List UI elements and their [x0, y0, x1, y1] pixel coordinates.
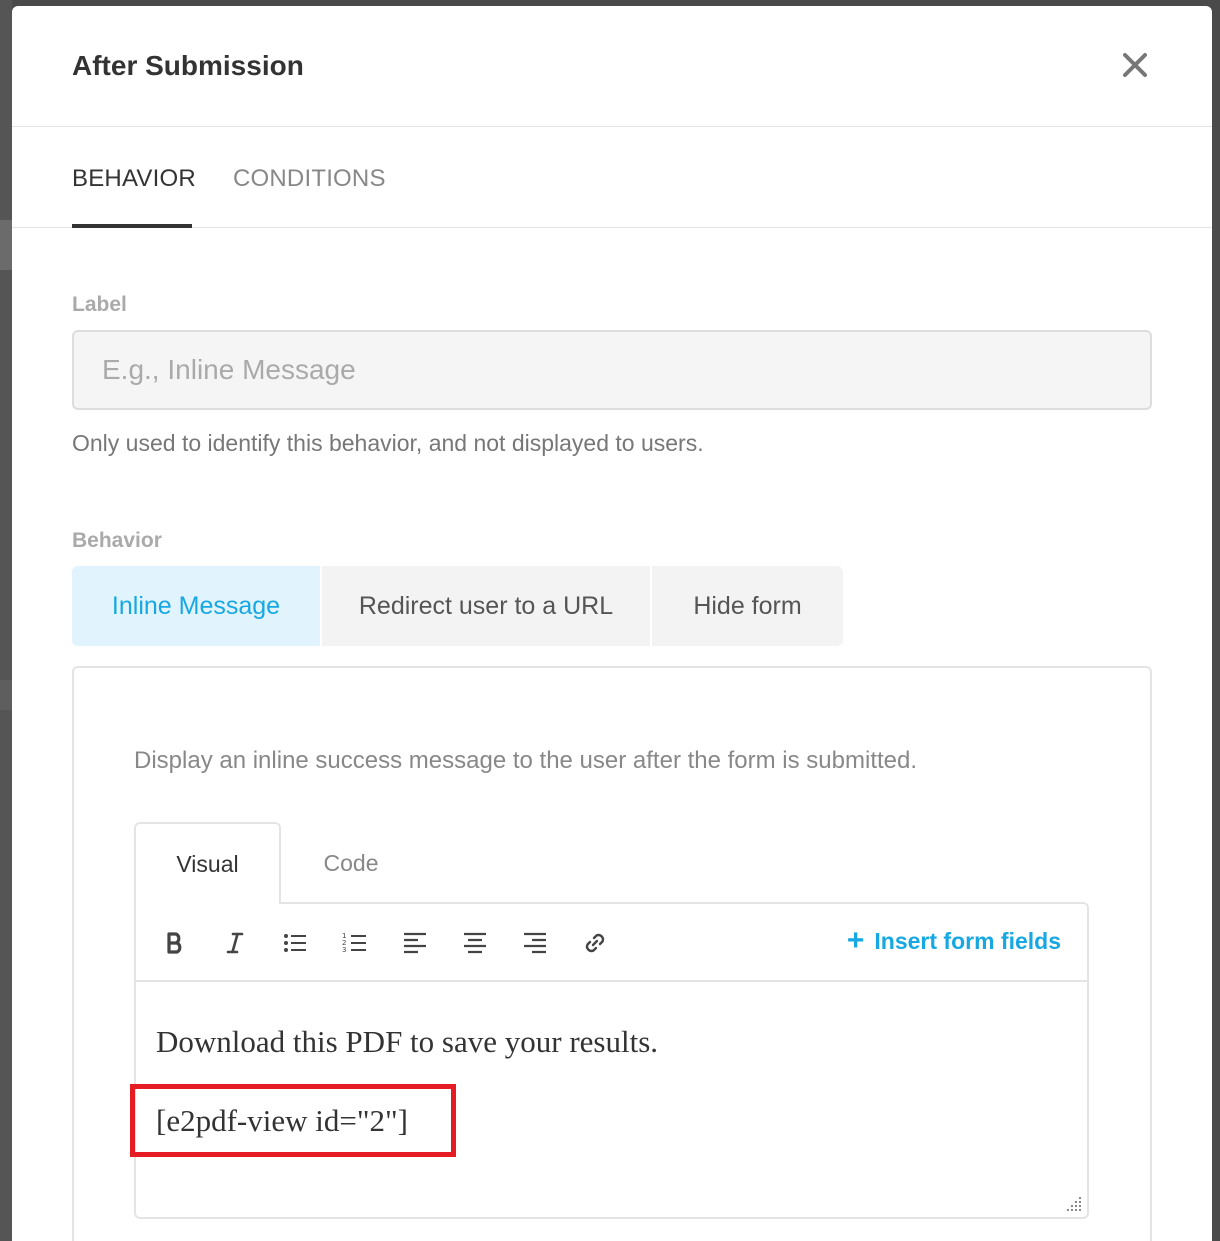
- backdrop-mark: [0, 680, 12, 710]
- align-right-icon: [524, 932, 546, 954]
- resize-handle-icon[interactable]: [1063, 1193, 1083, 1213]
- align-left-button[interactable]: [398, 926, 432, 960]
- editor-tab-code[interactable]: Code: [281, 822, 421, 904]
- behavior-label: Behavior: [72, 529, 162, 552]
- bullet-list-button[interactable]: [278, 926, 312, 960]
- tab-behavior[interactable]: BEHAVIOR: [72, 165, 196, 193]
- behavior-option-hide-form[interactable]: Hide form: [652, 566, 843, 646]
- align-left-icon: [404, 932, 426, 954]
- link-icon: [585, 933, 605, 953]
- behavior-option-inline-message[interactable]: Inline Message: [72, 566, 320, 646]
- editor-content-line: Download this PDF to save your results.: [156, 1024, 659, 1059]
- tab-conditions[interactable]: CONDITIONS: [233, 165, 386, 193]
- backdrop-mark: [0, 220, 12, 270]
- behavior-option-redirect-url[interactable]: Redirect user to a URL: [322, 566, 650, 646]
- insert-form-fields-button[interactable]: + Insert form fields: [847, 926, 1061, 956]
- editor-tab-visual[interactable]: Visual: [134, 822, 281, 904]
- label-help-text: Only used to identify this behavior, and…: [72, 430, 704, 456]
- bold-icon: [167, 932, 182, 954]
- italic-button[interactable]: [218, 926, 252, 960]
- editor-toolbar: 1 2 3 + Insert form fields: [136, 904, 1087, 982]
- align-center-button[interactable]: [458, 926, 492, 960]
- rich-text-editor[interactable]: 1 2 3 + Insert form fields Download this…: [130, 902, 1089, 1219]
- numbered-list-button[interactable]: 1 2 3: [338, 926, 372, 960]
- close-button[interactable]: [1120, 50, 1150, 80]
- active-tab-indicator: [72, 224, 192, 228]
- behavior-description: Display an inline success message to the…: [134, 747, 918, 774]
- link-button[interactable]: [578, 926, 612, 960]
- svg-text:3: 3: [342, 946, 346, 954]
- numbered-list-icon: 1 2 3: [342, 932, 366, 954]
- label-field-label: Label: [72, 293, 127, 316]
- plus-icon: +: [846, 924, 865, 957]
- align-center-icon: [464, 932, 486, 954]
- modal-tabs: BEHAVIOR CONDITIONS: [12, 127, 1212, 228]
- after-submission-modal: After Submission BEHAVIOR CONDITIONS Lab…: [12, 6, 1212, 1241]
- backdrop: [0, 0, 12, 1241]
- modal-header: After Submission: [12, 6, 1212, 127]
- shortcode-highlight: [130, 1084, 456, 1157]
- modal-title: After Submission: [72, 50, 304, 81]
- label-input[interactable]: [72, 330, 1152, 410]
- align-right-button[interactable]: [518, 926, 552, 960]
- bold-button[interactable]: [158, 926, 192, 960]
- bullet-list-icon: [284, 934, 306, 952]
- close-icon: [1123, 53, 1147, 77]
- italic-icon: [226, 932, 244, 954]
- insert-form-fields-label: Insert form fields: [874, 927, 1061, 954]
